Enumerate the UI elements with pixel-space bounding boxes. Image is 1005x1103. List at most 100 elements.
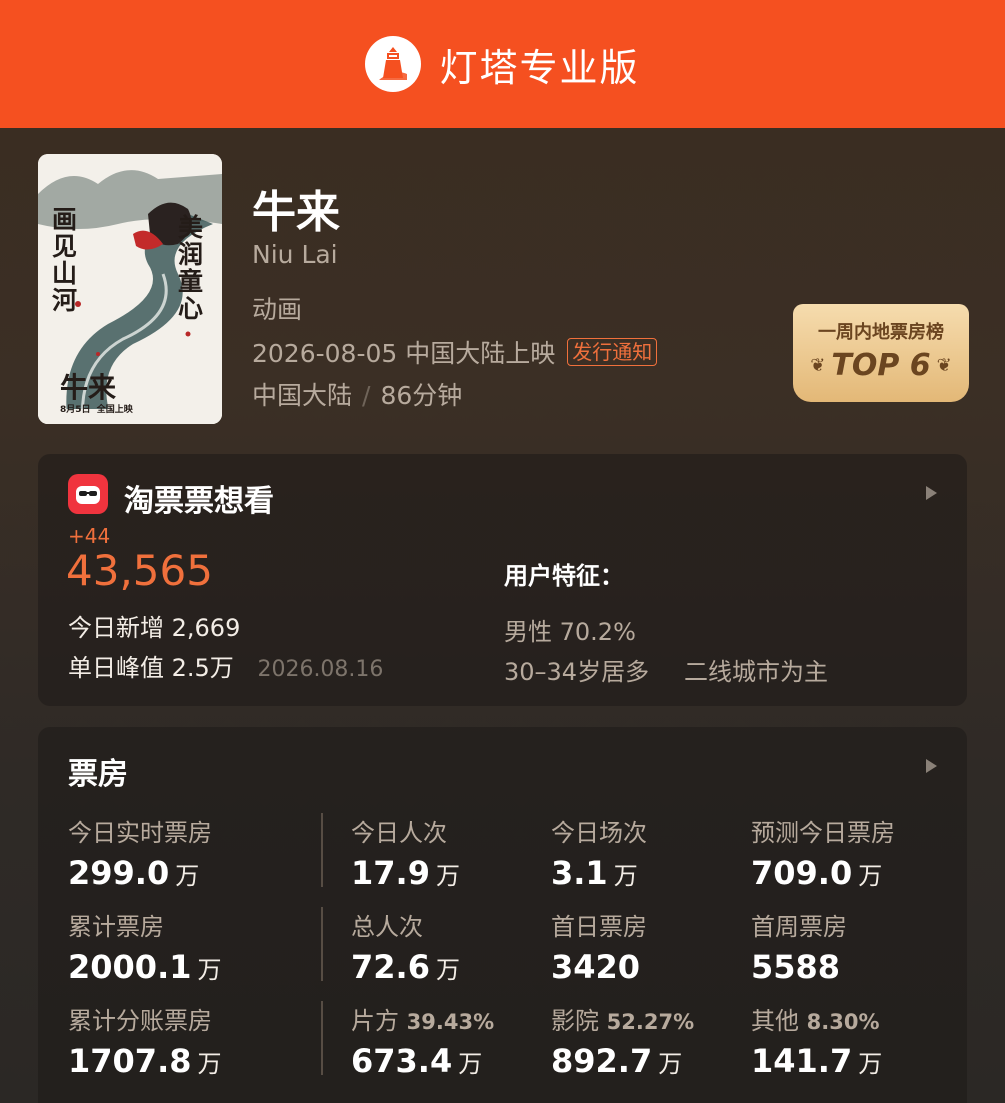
movie-release: 2026-08-05 中国大陆上映 发行通知 [252,334,658,370]
stat-other-share[interactable]: 其他 8.30% 141.7 万 [751,1001,882,1080]
stat-first-day[interactable]: 首日票房 3420 [551,907,647,986]
stat-today-realtime[interactable]: 今日实时票房 299.0 万 [68,813,212,892]
stat-label: 片方 [351,1007,399,1035]
user-city: 二线城市为主 [684,658,828,686]
taopiaopiao-icon [68,474,108,514]
stat-value-row: 3.1 万 [551,854,647,892]
stat-cumulative[interactable]: 累计票房 2000.1 万 [68,907,221,986]
meta-separator: / [362,381,371,410]
stat-value-row: 17.9 万 [351,854,460,892]
stat-value-row: 892.7 万 [551,1042,694,1080]
lighthouse-logo-icon [365,36,422,92]
stat-first-week[interactable]: 首周票房 5588 [751,907,847,986]
stat-value-row: 3420 [551,948,647,986]
stat-label: 今日人次 [351,819,447,847]
movie-title: 牛来 [252,187,340,238]
want-to-see-card[interactable]: 淘票票想看 +44 43,565 今日新增 2,669 单日峰值 2.5万 20… [38,454,967,706]
stat-percent: 39.43% [406,1010,495,1034]
stat-label-row: 其他 8.30% [751,1001,882,1036]
rank-value: TOP 6 [831,348,931,383]
stat-value: 2000.1 [68,948,192,986]
today-new-value: 2,669 [171,614,241,642]
release-date: 2026-08-05 中国大陆上映 [252,339,556,368]
stat-unit: 万 [197,956,222,984]
user-age: 30–34岁居多 [504,658,650,686]
stat-value-row: 299.0 万 [68,854,212,892]
stat-label: 总人次 [351,913,423,941]
stat-unit: 万 [613,862,638,890]
peak-label: 单日峰值 [68,654,164,682]
stat-value-row: 72.6 万 [351,948,460,986]
release-notice-button[interactable]: 发行通知 [567,338,658,366]
movie-duration: 86分钟 [380,381,463,410]
stat-label: 首周票房 [751,913,847,941]
stat-value: 141.7 [751,1042,853,1080]
stat-unit: 万 [175,862,200,890]
stat-percent: 52.27% [606,1010,695,1034]
stat-unit: 万 [858,1050,883,1078]
rank-value-row: ❦ TOP 6 ❦ [810,348,951,383]
stat-value-row: 673.4 万 [351,1042,494,1080]
movie-meta: 中国大陆 / 86分钟 [252,376,462,412]
poster-slogan-left: 画见山河 [52,205,78,315]
stat-percent: 8.30% [806,1010,880,1034]
stat-value-row: 1707.8 万 [68,1042,221,1080]
user-gender: 男性 70.2% [504,618,636,646]
stat-today-screenings[interactable]: 今日场次 3.1 万 [551,813,647,892]
brand: 灯塔专业版 [365,36,639,92]
stat-value: 3.1 [551,854,608,892]
box-office-arrow-icon[interactable] [926,759,937,773]
divider [321,907,323,981]
stat-label: 累计票房 [68,913,164,941]
user-features-title: 用户特征： [504,562,624,590]
stat-label: 其他 [751,1007,799,1035]
movie-region: 中国大陆 [252,381,353,410]
stat-unit: 万 [197,1050,222,1078]
divider [321,1001,323,1075]
stat-label: 首日票房 [551,913,647,941]
app-title: 灯塔专业版 [439,45,640,90]
want-count: 43,565 [66,546,213,595]
stat-value-row: 141.7 万 [751,1042,882,1080]
stat-value-row: 709.0 万 [751,854,895,892]
stat-value: 673.4 [351,1042,453,1080]
stat-value: 3420 [551,948,641,986]
peak-row: 单日峰值 2.5万 2026.08.16 [68,648,383,683]
peak-date: 2026.08.16 [257,657,384,682]
poster-slogan-right: 美润童心 [178,213,204,323]
stat-cinema-share[interactable]: 影院 52.27% 892.7 万 [551,1001,694,1080]
want-to-see-arrow-icon[interactable] [926,486,937,500]
stat-label: 影院 [551,1007,599,1035]
want-to-see-title: 淘票票想看 [124,484,274,519]
stat-unit: 万 [435,862,460,890]
laurel-right-icon: ❦ [936,355,952,376]
stat-forecast-today[interactable]: 预测今日票房 709.0 万 [751,813,895,892]
poster-date: 8月5日 全国上映 [60,405,133,415]
stat-label-row: 片方 39.43% [351,1001,494,1036]
stat-distributor-share[interactable]: 片方 39.43% 673.4 万 [351,1001,494,1080]
box-office-card[interactable]: 票房 今日实时票房 299.0 万 今日人次 17.9 万 今日场次 3.1 万 预测… [38,727,967,1103]
movie-poster[interactable]: 画见山河 美润童心 牛来 8月5日 全国上映 [38,154,222,424]
box-office-title: 票房 [68,757,128,792]
stat-value: 5588 [751,948,841,986]
poster-title: 牛来 [60,371,117,404]
stat-value: 299.0 [68,854,170,892]
stat-value: 1707.8 [68,1042,192,1080]
stat-label: 预测今日票房 [751,819,895,847]
stat-label: 累计分账票房 [68,1007,212,1035]
today-new-row: 今日新增 2,669 [68,608,240,643]
stat-value: 17.9 [351,854,430,892]
rank-label: 一周内地票房榜 [818,322,944,343]
stat-today-admissions[interactable]: 今日人次 17.9 万 [351,813,460,892]
weekly-rank-badge[interactable]: 一周内地票房榜 ❦ TOP 6 ❦ [793,304,969,402]
stat-split-cumulative[interactable]: 累计分账票房 1707.8 万 [68,1001,221,1080]
stat-unit: 万 [658,1050,683,1078]
app-header: 灯塔专业版 [0,0,1005,128]
peak-value: 2.5万 [171,654,234,682]
today-new-label: 今日新增 [68,614,164,642]
stat-unit: 万 [858,862,883,890]
stat-total-admissions[interactable]: 总人次 72.6 万 [351,907,460,986]
stat-value: 892.7 [551,1042,653,1080]
stat-label-row: 影院 52.27% [551,1001,694,1036]
stat-value-row: 2000.1 万 [68,948,221,986]
